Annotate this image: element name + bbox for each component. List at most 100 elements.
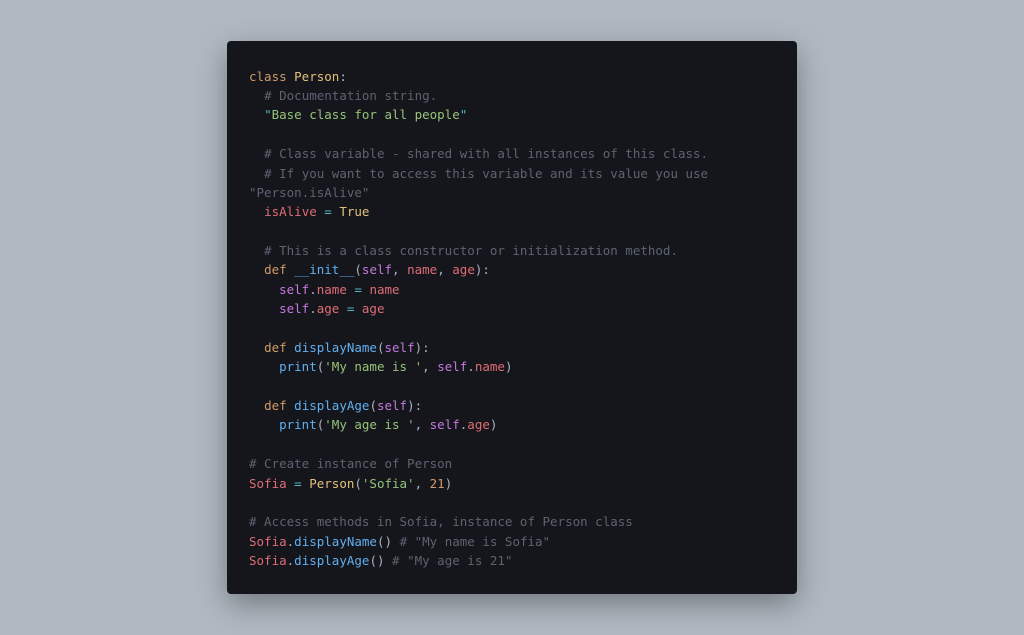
code-token: name bbox=[407, 262, 437, 277]
code-line: def __init__(self, name, age): bbox=[249, 260, 775, 279]
code-block: class Person: # Documentation string. "B… bbox=[249, 67, 775, 571]
code-token: Sofia bbox=[249, 476, 287, 491]
code-token: # "My name is Sofia" bbox=[400, 534, 551, 549]
code-token: # "My age is 21" bbox=[392, 553, 512, 568]
code-token: self bbox=[377, 398, 407, 413]
code-token: , bbox=[415, 417, 430, 432]
code-token: ) bbox=[505, 359, 513, 374]
code-line: print('My name is ', self.name) bbox=[249, 357, 775, 376]
code-token: # This is a class constructor or initial… bbox=[264, 243, 678, 258]
code-token: self bbox=[362, 262, 392, 277]
code-token: age bbox=[362, 301, 385, 316]
code-token: ) bbox=[407, 398, 415, 413]
code-line: print('My age is ', self.age) bbox=[249, 415, 775, 434]
code-token: 'My name is ' bbox=[324, 359, 422, 374]
code-token: name bbox=[475, 359, 505, 374]
code-line bbox=[249, 222, 775, 241]
code-line: self.age = age bbox=[249, 299, 775, 318]
code-token: : bbox=[482, 262, 490, 277]
code-token: : bbox=[415, 398, 423, 413]
code-token: displayName bbox=[294, 534, 377, 549]
code-token: , bbox=[415, 476, 430, 491]
code-token: ) bbox=[415, 340, 423, 355]
code-line: # Documentation string. bbox=[249, 86, 775, 105]
code-line: # This is a class constructor or initial… bbox=[249, 241, 775, 260]
code-token: , bbox=[422, 359, 437, 374]
code-token: ( bbox=[377, 340, 385, 355]
code-token: True bbox=[339, 204, 369, 219]
code-line: # If you want to access this variable an… bbox=[249, 164, 775, 183]
code-line: "Person.isAlive" bbox=[249, 183, 775, 202]
code-token: # If you want to access this variable an… bbox=[264, 166, 716, 181]
code-token: = bbox=[317, 204, 340, 219]
code-token: __init__ bbox=[294, 262, 354, 277]
code-line: self.name = name bbox=[249, 280, 775, 299]
code-token: ) bbox=[490, 417, 498, 432]
code-token: print bbox=[279, 359, 317, 374]
code-token: Base class for all people bbox=[272, 107, 460, 122]
code-token: # Create instance of Person bbox=[249, 456, 452, 471]
code-editor: class Person: # Documentation string. "B… bbox=[227, 41, 797, 595]
code-token: = bbox=[287, 476, 310, 491]
code-token: self bbox=[279, 301, 309, 316]
code-token: isAlive bbox=[264, 204, 317, 219]
code-token: " bbox=[460, 107, 468, 122]
code-token: "Person.isAlive" bbox=[249, 185, 369, 200]
code-line bbox=[249, 319, 775, 338]
code-token: . bbox=[309, 301, 317, 316]
code-token: = bbox=[339, 301, 362, 316]
code-token: self bbox=[279, 282, 309, 297]
code-token: # Access methods in Sofia, instance of P… bbox=[249, 514, 633, 529]
code-line: def displayAge(self): bbox=[249, 396, 775, 415]
code-token: name bbox=[369, 282, 399, 297]
code-line bbox=[249, 435, 775, 454]
code-token: " bbox=[264, 107, 272, 122]
code-token: Person bbox=[309, 476, 354, 491]
code-token: = bbox=[347, 282, 370, 297]
code-token: . bbox=[309, 282, 317, 297]
code-token: # Class variable - shared with all insta… bbox=[264, 146, 708, 161]
code-token: , bbox=[392, 262, 407, 277]
code-token: ( bbox=[369, 398, 377, 413]
code-line: isAlive = True bbox=[249, 202, 775, 221]
code-token: displayAge bbox=[294, 553, 369, 568]
code-token: name bbox=[317, 282, 347, 297]
code-line bbox=[249, 125, 775, 144]
code-token: print bbox=[279, 417, 317, 432]
code-line: # Access methods in Sofia, instance of P… bbox=[249, 512, 775, 531]
code-token: Person bbox=[294, 69, 339, 84]
code-token: def bbox=[264, 340, 294, 355]
code-token: # Documentation string. bbox=[264, 88, 437, 103]
code-line: class Person: bbox=[249, 67, 775, 86]
code-line: Sofia.displayName() # "My name is Sofia" bbox=[249, 532, 775, 551]
code-token: 21 bbox=[430, 476, 445, 491]
code-token: , bbox=[437, 262, 452, 277]
code-token: : bbox=[422, 340, 430, 355]
code-token: 'Sofia' bbox=[362, 476, 415, 491]
code-token: def bbox=[264, 398, 294, 413]
code-token: ( bbox=[354, 476, 362, 491]
code-line: # Create instance of Person bbox=[249, 454, 775, 473]
code-token: self bbox=[437, 359, 467, 374]
code-token bbox=[385, 553, 393, 568]
code-token: self bbox=[385, 340, 415, 355]
code-token: Sofia bbox=[249, 553, 287, 568]
code-token: age bbox=[452, 262, 475, 277]
code-line: "Base class for all people" bbox=[249, 105, 775, 124]
code-token: : bbox=[339, 69, 347, 84]
code-line: Sofia = Person('Sofia', 21) bbox=[249, 474, 775, 493]
code-token: displayAge bbox=[294, 398, 369, 413]
code-token: age bbox=[317, 301, 340, 316]
code-line: Sofia.displayAge() # "My age is 21" bbox=[249, 551, 775, 570]
code-line: # Class variable - shared with all insta… bbox=[249, 144, 775, 163]
code-token: () bbox=[377, 534, 392, 549]
code-token: displayName bbox=[294, 340, 377, 355]
code-token: age bbox=[467, 417, 490, 432]
code-token: def bbox=[264, 262, 294, 277]
code-token: () bbox=[369, 553, 384, 568]
code-token: self bbox=[430, 417, 460, 432]
code-line: def displayName(self): bbox=[249, 338, 775, 357]
code-token: . bbox=[467, 359, 475, 374]
code-token: ( bbox=[354, 262, 362, 277]
code-token bbox=[392, 534, 400, 549]
